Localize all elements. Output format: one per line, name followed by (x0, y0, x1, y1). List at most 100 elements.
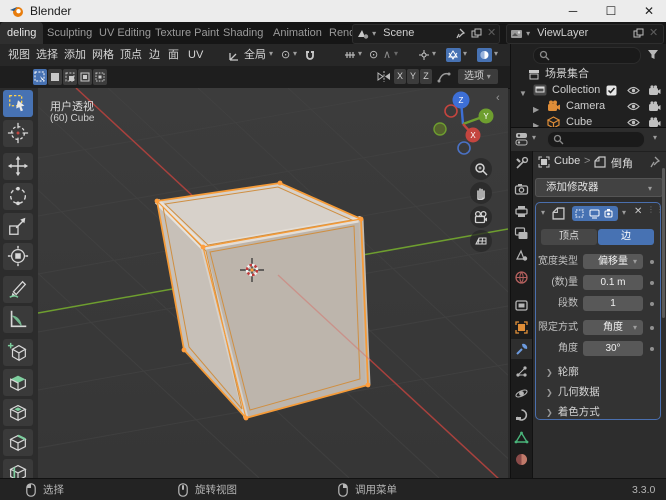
snap-settings-icon[interactable] (344, 49, 357, 61)
close-button[interactable]: ✕ (632, 0, 666, 22)
outliner-search-input[interactable] (533, 47, 641, 64)
select-mode-box-button[interactable] (48, 69, 62, 85)
scene-collection-label[interactable]: 场景集合 (545, 67, 589, 82)
sidebar-toggle-arrow[interactable]: ‹ (496, 92, 500, 104)
scene-dropdown-arrow[interactable]: ▾ (372, 29, 376, 38)
tab-world[interactable] (511, 267, 532, 287)
overlays-dropdown-arrow[interactable]: ▾ (463, 49, 467, 58)
collection-label[interactable]: Collection (552, 83, 600, 98)
breadcrumb-object[interactable]: Cube (554, 155, 580, 167)
tab-view-layer[interactable] (511, 223, 532, 243)
tool-scale[interactable] (3, 213, 33, 240)
workspace-tab-animation[interactable]: Animation (266, 22, 329, 44)
mirror-z-button[interactable]: Z (420, 69, 432, 84)
menu-mesh[interactable]: 网格 (92, 44, 114, 66)
outliner-row-scene-collection[interactable]: 场景集合 (511, 67, 666, 82)
ortho-perspective-button[interactable] (470, 230, 492, 252)
select-mode-tweak-button[interactable] (33, 69, 47, 85)
menu-edge[interactable]: 边 (149, 44, 160, 66)
orientation-dropdown-arrow[interactable]: ▾ (269, 49, 273, 58)
display-realtime-toggle-icon[interactable] (589, 208, 600, 219)
properties-options-arrow[interactable]: ▾ (653, 133, 657, 142)
menu-add[interactable]: 添加 (64, 44, 86, 66)
amount-value-field[interactable]: 0.1 m (583, 275, 643, 290)
camera-render-camera-icon[interactable] (648, 101, 661, 112)
tool-transform[interactable] (3, 243, 33, 270)
modifier-panel-header[interactable]: ▾ ▾ ✕ ⋮⋮ (536, 203, 664, 225)
menu-vertex[interactable]: 顶点 (120, 44, 142, 66)
tab-tool[interactable] (511, 153, 532, 173)
tab-modifiers[interactable] (511, 339, 532, 359)
tool-move[interactable] (3, 153, 33, 180)
scene-name[interactable]: Scene (383, 27, 414, 39)
animate-dot[interactable] (650, 347, 654, 351)
outliner-row-collection[interactable]: ▼ Collection (511, 83, 666, 98)
display-render-toggle-icon[interactable] (604, 208, 615, 219)
menu-view[interactable]: 视图 (8, 44, 30, 66)
viewport-3d[interactable]: Z Y X 用户透视 (60) Cube ‹ (38, 88, 508, 478)
angle-value-field[interactable]: 30° (583, 341, 643, 356)
section-profile[interactable]: ❯ 轮廓 (546, 364, 579, 379)
new-scene-icon[interactable] (471, 28, 482, 39)
proportional-editing-icon[interactable]: ⊙ (369, 48, 378, 62)
tab-object-data[interactable] (511, 427, 532, 447)
panel-expand-arrow[interactable]: ▾ (541, 208, 545, 217)
properties-scrollbar[interactable] (662, 168, 665, 318)
animate-dot[interactable] (650, 326, 654, 330)
editor-type-icon[interactable] (515, 132, 531, 146)
tab-scene[interactable] (511, 245, 532, 265)
correct-face-attributes-icon[interactable] (437, 70, 451, 83)
animate-dot[interactable] (650, 281, 654, 285)
pan-hand-button[interactable] (470, 182, 492, 204)
animate-dot[interactable] (650, 302, 654, 306)
transform-orientation-icon[interactable] (228, 49, 241, 62)
mirror-y-button[interactable]: Y (407, 69, 419, 84)
overlays-toggle-icon[interactable] (446, 48, 461, 62)
tab-render[interactable] (511, 179, 532, 199)
scene-selector[interactable]: ▾ Scene ✕ (352, 24, 500, 44)
modifier-delete-icon[interactable]: ✕ (634, 206, 642, 217)
select-mode-extend-button[interactable] (93, 69, 107, 85)
menu-uv[interactable]: UV (188, 44, 203, 66)
outliner-row-camera[interactable]: ▶ Camera (511, 99, 666, 114)
workspace-tab-shading[interactable]: Shading (216, 22, 270, 44)
select-mode-circle-button[interactable] (63, 69, 77, 85)
pivot-dropdown-arrow[interactable]: ▾ (293, 49, 297, 58)
workspace-tab-modeling[interactable]: deling (0, 22, 44, 44)
new-viewlayer-icon[interactable] (633, 28, 644, 39)
section-shading[interactable]: ❯ 着色方式 (546, 404, 600, 419)
snap-settings-dropdown-arrow[interactable]: ▾ (358, 49, 362, 58)
segments-value-field[interactable]: 1 (583, 296, 643, 311)
collection-hide-eye-icon[interactable] (627, 86, 640, 95)
viewlayer-name[interactable]: ViewLayer (537, 27, 588, 39)
gizmo-neg-y[interactable] (433, 122, 447, 136)
transform-orientation-value[interactable]: 全局 (244, 44, 266, 66)
tool-rotate[interactable] (3, 183, 33, 210)
tool-bevel[interactable] (3, 429, 33, 456)
mirror-icon[interactable] (377, 70, 391, 83)
gizmo-neg-z[interactable] (457, 141, 471, 155)
filter-icon[interactable] (647, 49, 659, 60)
tab-constraints[interactable] (511, 405, 532, 425)
tab-physics[interactable] (511, 383, 532, 403)
tool-inset-faces[interactable] (3, 399, 33, 426)
camera-view-button[interactable] (470, 206, 492, 228)
shading-mode-icon[interactable] (477, 48, 492, 62)
tab-material[interactable] (511, 449, 532, 469)
select-mode-lasso-button[interactable] (78, 69, 92, 85)
menu-face[interactable]: 面 (168, 44, 179, 66)
animate-dot[interactable] (650, 260, 654, 264)
limit-method-dropdown[interactable]: 角度 ▾ (583, 320, 643, 335)
collection-checkbox-icon[interactable] (606, 85, 617, 96)
add-modifier-button[interactable]: 添加修改器 ▾ (535, 178, 663, 197)
gizmo-dropdown-arrow[interactable]: ▾ (432, 49, 436, 58)
pin-icon[interactable] (650, 156, 661, 168)
show-gizmo-icon[interactable] (418, 49, 431, 61)
workspace-tab-texture-paint[interactable]: Texture Paint (148, 22, 226, 44)
camera-label[interactable]: Camera (566, 99, 605, 114)
section-geometry[interactable]: ❯ 几何数据 (546, 384, 600, 399)
snap-magnet-icon[interactable] (304, 49, 316, 61)
pin-icon[interactable] (456, 28, 466, 39)
collection-render-camera-icon[interactable] (648, 85, 661, 96)
display-editmode-toggle-icon[interactable] (574, 208, 585, 219)
